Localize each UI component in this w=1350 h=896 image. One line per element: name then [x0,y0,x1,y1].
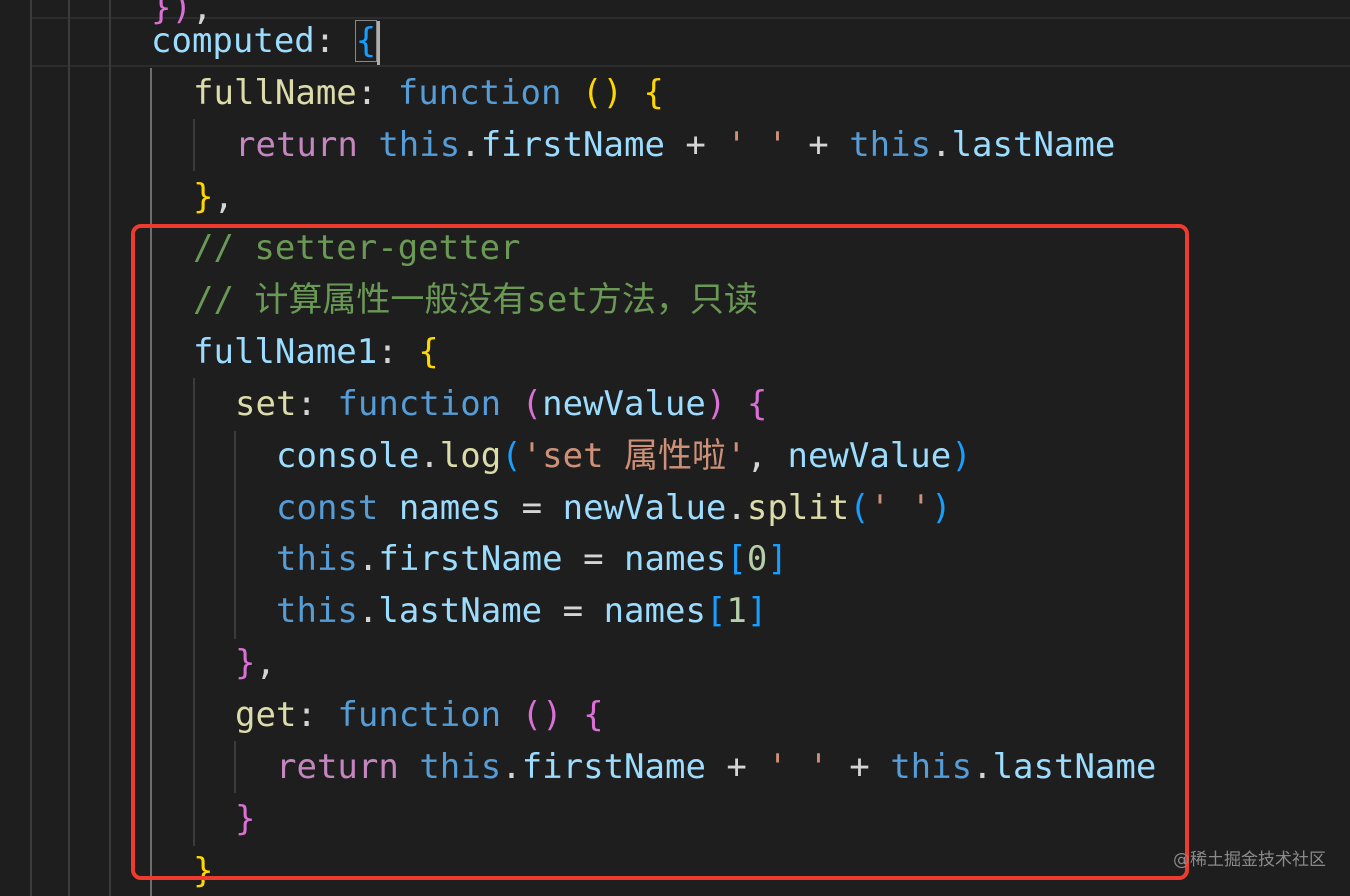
code-token: () [581,73,623,113]
indent-guide [109,0,111,896]
code-token: } [193,177,214,217]
code-token: + [787,125,850,165]
code-token: lastName [951,125,1116,165]
code-line[interactable]: }, [193,171,234,223]
code-token: return [235,125,358,165]
indent-guide [193,119,195,171]
code-token: { [643,73,664,113]
code-line[interactable]: fullName: function () { [193,67,664,119]
indent-guide [68,0,70,896]
code-line[interactable]: computed: { [151,15,378,67]
code-editor[interactable]: }), computed: {fullName: function () {ret… [0,0,1350,896]
code-token: . [460,125,481,165]
text-cursor [377,21,380,65]
code-line[interactable]: return this.firstName + ' ' + this.lastN… [235,119,1115,171]
code-token: this [849,125,932,165]
code-token: , [213,177,234,217]
code-token: fullName [193,73,357,113]
code-token: . [931,125,952,165]
code-token: function [397,73,562,113]
matched-bracket: { [354,20,378,62]
code-token: this [378,125,461,165]
code-token: firstName [480,125,665,165]
code-token: ' ' [726,125,788,165]
code-token: + [664,125,727,165]
code-token: : [314,21,356,61]
code-token: computed [151,21,315,61]
code-token: : [356,73,398,113]
watermark: @稀土掘金技术社区 [1173,850,1326,870]
annotation-highlight-box [131,224,1189,880]
indent-guide [30,0,32,896]
